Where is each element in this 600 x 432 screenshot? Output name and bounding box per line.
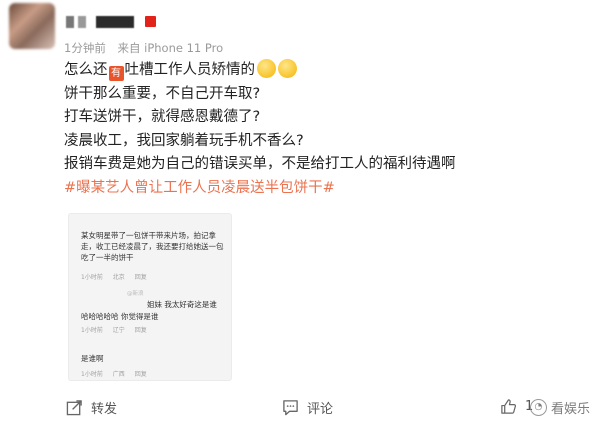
you-emoji-icon: 有: [108, 66, 124, 81]
hashtag-link[interactable]: #曝某艺人曾让工作人员凌晨送半包饼干#: [64, 177, 584, 201]
username-blurred[interactable]: [78, 16, 86, 28]
post-line: 报销车费是她为自己的错误买单，不是给打工人的福利待遇啊: [64, 156, 456, 172]
embedded-screenshot[interactable]: 某女明星带了一包饼干带来片场，拍记拿走，收工已经凌晨了，我还要打给她送一包吃了一…: [68, 213, 232, 381]
share-icon: [66, 400, 82, 416]
comment-button[interactable]: 评论: [282, 398, 333, 417]
post-source[interactable]: 来自 iPhone 11 Pro: [117, 41, 223, 55]
post-time: 1分钟前: [64, 41, 106, 55]
image-watermark: @新浪: [127, 291, 144, 297]
like-button[interactable]: 1: [500, 398, 533, 415]
comment-icon: [283, 400, 298, 416]
share-label: 转发: [91, 402, 118, 417]
post-body: 怎么还有吐槽工作人员矫情的 饼干那么重要，不自己开车取? 打车送饼干，就得感恩戴…: [64, 59, 584, 200]
comment-meta: 1小时前 广西 回复: [81, 371, 147, 378]
post-action-bar: 转发 评论 1 ◔ 看娱乐: [0, 396, 600, 432]
avatar[interactable]: [9, 3, 55, 49]
post-line: 打车送饼干，就得感恩戴德了?: [64, 109, 261, 125]
comment-meta: 1小时前 辽宁 回复: [81, 327, 147, 334]
post-line: 饼干那么重要，不自己开车取?: [64, 85, 261, 102]
post-line: 怎么还有吐槽工作人员矫情的: [64, 59, 584, 83]
comment-label: 评论: [307, 402, 334, 417]
post-meta: 1分钟前 来自 iPhone 11 Pro: [64, 40, 223, 56]
post-line: 凌晨收工，我回家躺着玩手机不香么?: [64, 132, 304, 149]
comment-text: 哈哈哈哈哈 你觉得是谁: [81, 312, 159, 321]
username-blurred[interactable]: [66, 16, 74, 28]
comment-meta: 1小时前 北京 回复: [81, 274, 147, 281]
site-watermark: ◔ 看娱乐: [529, 398, 590, 417]
comment-text: 是谁啊: [81, 354, 104, 363]
comment-text: 某女明星带了一包饼干带来片场，拍记拿走，收工已经凌晨了，我还要打给她送一包吃了一…: [81, 231, 224, 262]
grin-emoji-icon: [257, 59, 276, 78]
watermark-logo-icon: ◔: [529, 399, 547, 416]
comment-text: 姐妹 我太好奇这是谁: [147, 300, 217, 309]
thumbs-up-icon: [501, 399, 516, 414]
username-blurred[interactable]: [96, 16, 134, 28]
grin-emoji-icon: [278, 59, 297, 78]
verified-badge: [145, 16, 156, 27]
share-button[interactable]: 转发: [66, 398, 117, 417]
